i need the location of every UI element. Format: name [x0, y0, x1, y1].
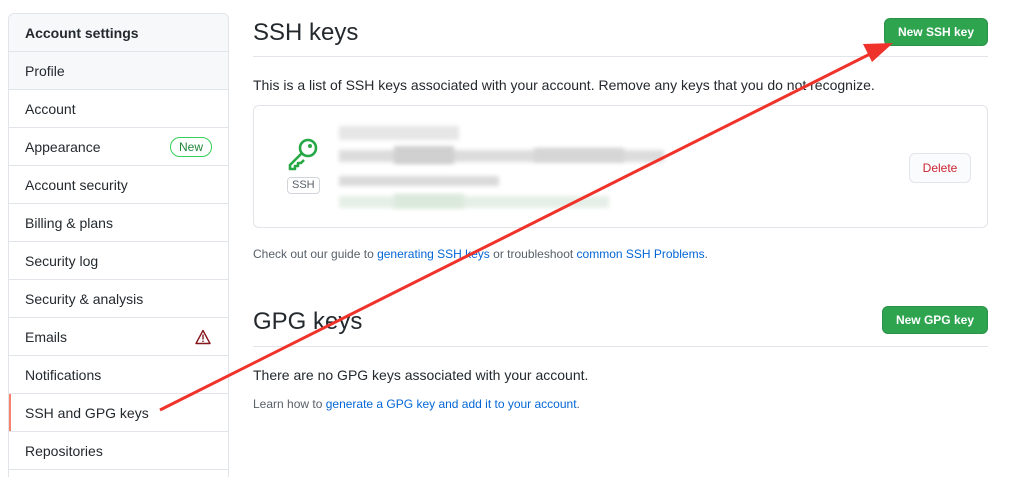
sidebar-item-label: Emails	[25, 328, 68, 345]
sidebar-item-label: Security & analysis	[25, 290, 144, 307]
gpg-description: There are no GPG keys associated with yo…	[253, 367, 589, 383]
gpg-section-header: GPG keys New GPG key	[253, 300, 988, 347]
delete-ssh-key-button[interactable]: Delete	[909, 153, 971, 183]
sidebar-item-label: Account security	[25, 176, 128, 193]
sidebar-header: Account settings	[9, 14, 228, 52]
generating-ssh-keys-link[interactable]: generating SSH keys	[377, 247, 490, 261]
sidebar-item-account-security[interactable]: Account security	[9, 166, 228, 204]
ssh-title: SSH keys	[253, 19, 359, 46]
sidebar-item-label: Account	[25, 100, 76, 117]
help-prefix: Check out our guide to	[253, 247, 378, 261]
alert-icon	[195, 329, 211, 344]
sidebar-item-billing[interactable]: Billing & plans	[9, 204, 228, 242]
help-middle: or troubleshoot	[489, 247, 577, 261]
sidebar-item-security-analysis[interactable]: Security & analysis	[9, 280, 228, 318]
sidebar-item-appearance[interactable]: Appearance New	[9, 128, 228, 166]
ssh-key-item: SSH Delete	[253, 105, 988, 228]
sidebar-item-label: SSH and GPG keys	[25, 404, 149, 421]
sidebar-item-label: Repositories	[25, 442, 103, 459]
sidebar-item-label: Appearance	[25, 138, 101, 155]
sidebar-item-account[interactable]: Account	[9, 90, 228, 128]
ssh-description: This is a list of SSH keys associated wi…	[253, 77, 875, 93]
new-ssh-key-button[interactable]: New SSH key	[883, 18, 988, 46]
main-content: SSH keys New SSH key This is a list of S…	[253, 0, 988, 477]
ssh-type-label: SSH	[287, 177, 320, 194]
gpg-title: GPG keys	[253, 308, 363, 335]
sidebar-item-label: Security log	[25, 252, 99, 269]
learn-prefix: Learn how to	[253, 397, 326, 411]
sidebar-item-label: Notifications	[25, 366, 102, 383]
generate-gpg-key-link[interactable]: generate a GPG key and add it to your ac…	[326, 397, 577, 411]
sidebar-item-label: Billing & plans	[25, 214, 113, 231]
learn-suffix: .	[576, 397, 580, 411]
sidebar-item-notifications[interactable]: Notifications	[9, 356, 228, 394]
sidebar-item-emails[interactable]: Emails	[9, 318, 228, 356]
gpg-learn-text: Learn how to generate a GPG key and add …	[253, 397, 580, 411]
sidebar-item-label: Profile	[25, 62, 65, 79]
common-ssh-problems-link[interactable]: common SSH Problems	[577, 247, 705, 261]
settings-sidebar: Account settings Profile Account Appeara…	[8, 13, 229, 477]
key-icon	[288, 138, 318, 171]
sidebar-item-ssh-gpg-keys[interactable]: SSH and GPG keys	[9, 394, 228, 432]
ssh-help-text: Check out our guide to generating SSH ke…	[253, 247, 708, 261]
new-badge: New	[169, 136, 212, 157]
sidebar-item-profile[interactable]: Profile	[9, 52, 228, 90]
ssh-section-header: SSH keys New SSH key	[253, 10, 988, 57]
help-suffix: .	[704, 247, 708, 261]
new-gpg-key-button[interactable]: New GPG key	[881, 306, 988, 334]
sidebar-item-security-log[interactable]: Security log	[9, 242, 228, 280]
sidebar-item-repositories[interactable]: Repositories	[9, 432, 228, 470]
